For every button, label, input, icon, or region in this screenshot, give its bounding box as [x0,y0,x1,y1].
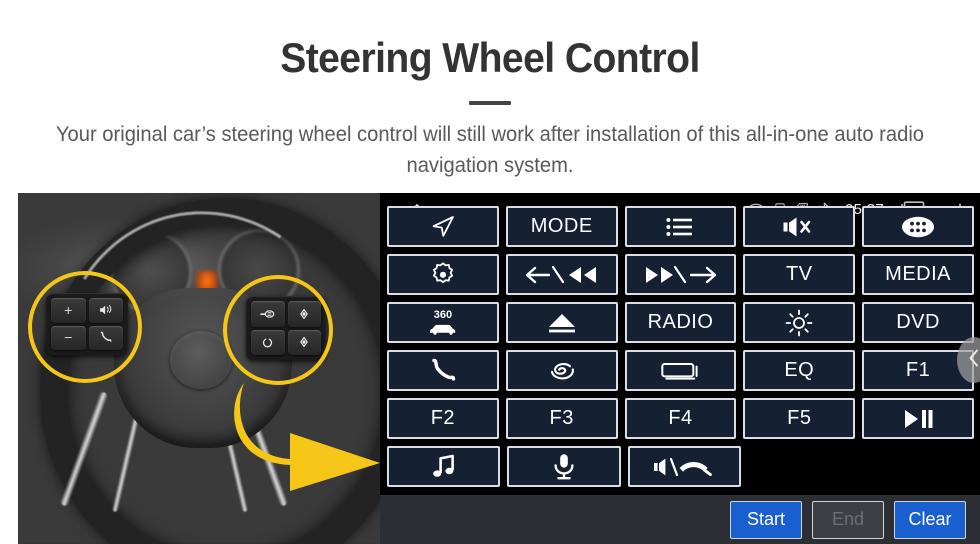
swc-button-microphone[interactable] [507,446,621,487]
start-button[interactable]: Start [730,500,802,539]
swc-button-media[interactable]: MEDIA [862,254,974,295]
grid-row-6 [386,446,974,487]
swc-button-car-360[interactable]: 360 [387,302,499,343]
car-360-label: 360 [433,309,453,321]
swc-button-f2[interactable]: F2 [387,398,499,439]
steering-wheel-photo: + − [18,193,382,544]
grid-row-3: 360 RADIO DVD [386,302,974,343]
swc-button-navi[interactable] [387,206,499,247]
airbag-cover [170,331,232,389]
header: Steering Wheel Control Your original car… [0,0,980,181]
swc-button-mode[interactable]: MODE [505,206,618,247]
swc-button-apps[interactable] [862,206,974,247]
swc-button-empty-1 [748,446,857,487]
swc-button-screen[interactable] [624,350,737,391]
swc-button-music[interactable] [387,446,501,487]
page-title: Steering Wheel Control [280,34,700,81]
title-divider [469,101,511,105]
grid-row-2: TV MEDIA [386,254,974,295]
clear-button[interactable]: Clear [894,500,966,539]
swc-button-eject[interactable] [505,302,618,343]
head-unit-screen: 05:37 [380,193,980,544]
swc-button-eq[interactable]: EQ [743,350,856,391]
swc-button-phone[interactable] [387,350,499,391]
swc-button-brightness[interactable] [743,302,856,343]
page-subtitle: Your original car’s steering wheel contr… [55,123,925,177]
grid-row-5: F2 F3 F4 F5 [386,398,974,439]
swc-button-speaker-hangup[interactable] [627,446,742,487]
swc-button-grid: MODE TV MEDIA 360 RADIO DVD EQ F1 F2 F3 … [386,206,974,494]
highlight-circle-right [223,275,333,385]
action-bar: Start End Clear [380,495,980,544]
grid-row-1: MODE [386,206,974,247]
swc-button-empty-2 [865,446,974,487]
swc-button-prev[interactable] [505,254,618,295]
grid-row-4: EQ F1 [386,350,974,391]
swc-button-next[interactable] [624,254,737,295]
page-root: Steering Wheel Control Your original car… [0,0,980,544]
pointer-arrow-icon [230,381,382,493]
swc-button-dvd[interactable]: DVD [862,302,974,343]
swc-button-f5[interactable]: F5 [743,398,856,439]
swc-button-tv[interactable]: TV [743,254,856,295]
swc-button-radio[interactable]: RADIO [624,302,737,343]
highlight-circle-left [28,271,142,383]
car-360-icon: 360 [428,310,458,335]
swc-button-mute[interactable] [743,206,856,247]
swc-button-swirl[interactable] [505,350,618,391]
swc-button-f3[interactable]: F3 [505,398,618,439]
swc-button-f4[interactable]: F4 [624,398,737,439]
swc-button-play-pause[interactable] [862,398,974,439]
swc-button-power[interactable] [387,254,499,295]
content-area: + − MODE TV MEDIA 360 RADIO DVD EQ F1 F2… [0,193,980,544]
swc-button-list[interactable] [624,206,737,247]
end-button: End [812,500,884,539]
chevron-left-icon [968,349,980,372]
